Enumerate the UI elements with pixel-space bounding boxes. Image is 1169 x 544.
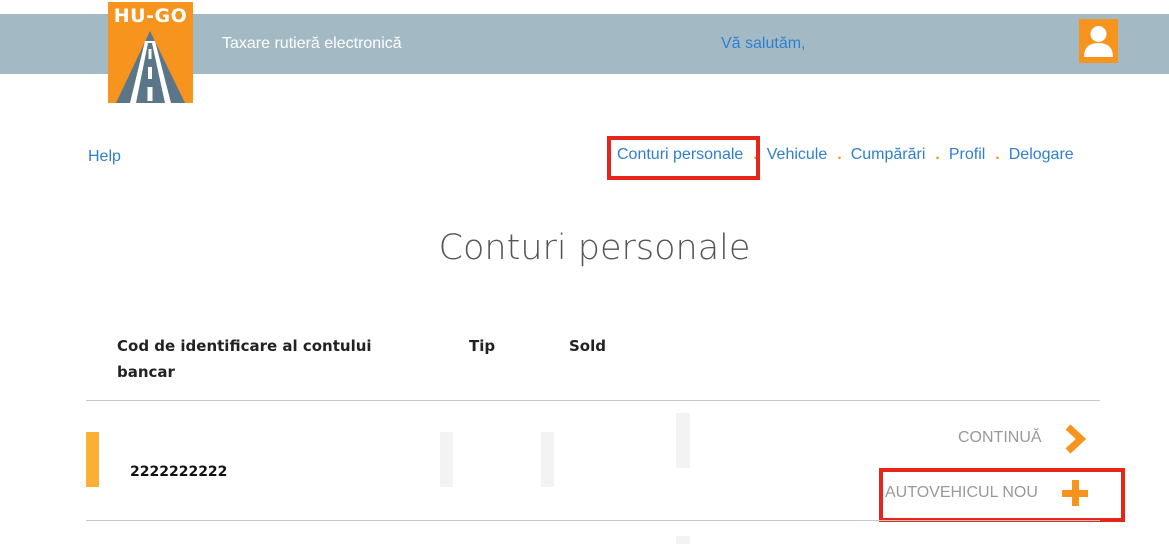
greeting-text: Vă salutăm, xyxy=(721,35,806,52)
type-placeholder xyxy=(440,432,453,487)
nav-profil[interactable]: Profil xyxy=(949,146,985,163)
help-link[interactable]: Help xyxy=(88,148,121,166)
highlight-box-new-vehicle xyxy=(879,468,1125,522)
column-placeholder xyxy=(676,413,690,468)
road-icon xyxy=(116,31,185,103)
row-marker xyxy=(86,432,99,487)
column-header-type: Tip xyxy=(469,337,496,355)
column-header-balance: Sold xyxy=(569,337,606,355)
nav-vehicule[interactable]: Vehicule xyxy=(767,146,828,163)
nav-cumparari[interactable]: Cumpărări xyxy=(851,146,926,163)
nav-delogare[interactable]: Delogare xyxy=(1009,146,1074,163)
logo-text: HU-GO xyxy=(113,5,188,27)
next-row-placeholder xyxy=(676,536,690,544)
user-avatar-button[interactable] xyxy=(1079,19,1118,63)
balance-placeholder xyxy=(541,432,554,487)
user-icon xyxy=(1084,26,1113,57)
hugo-logo[interactable]: HU-GO xyxy=(108,2,193,103)
column-header-account-code: Cod de identificare al contului bancar xyxy=(117,337,372,381)
table-divider xyxy=(86,520,1100,521)
nav-separator: . xyxy=(995,146,1000,163)
page-title: Conturi personale xyxy=(438,228,751,268)
nav-separator: . xyxy=(935,146,940,163)
table-divider xyxy=(86,400,1100,401)
nav-separator: . xyxy=(837,146,842,163)
highlight-box-nav xyxy=(607,136,760,180)
continue-link[interactable]: CONTINUĂ xyxy=(958,429,1042,447)
account-code: 2222222222 xyxy=(130,464,228,480)
chevron-right-icon[interactable] xyxy=(1063,424,1087,454)
app-title: Taxare rutieră electronică xyxy=(222,35,402,52)
